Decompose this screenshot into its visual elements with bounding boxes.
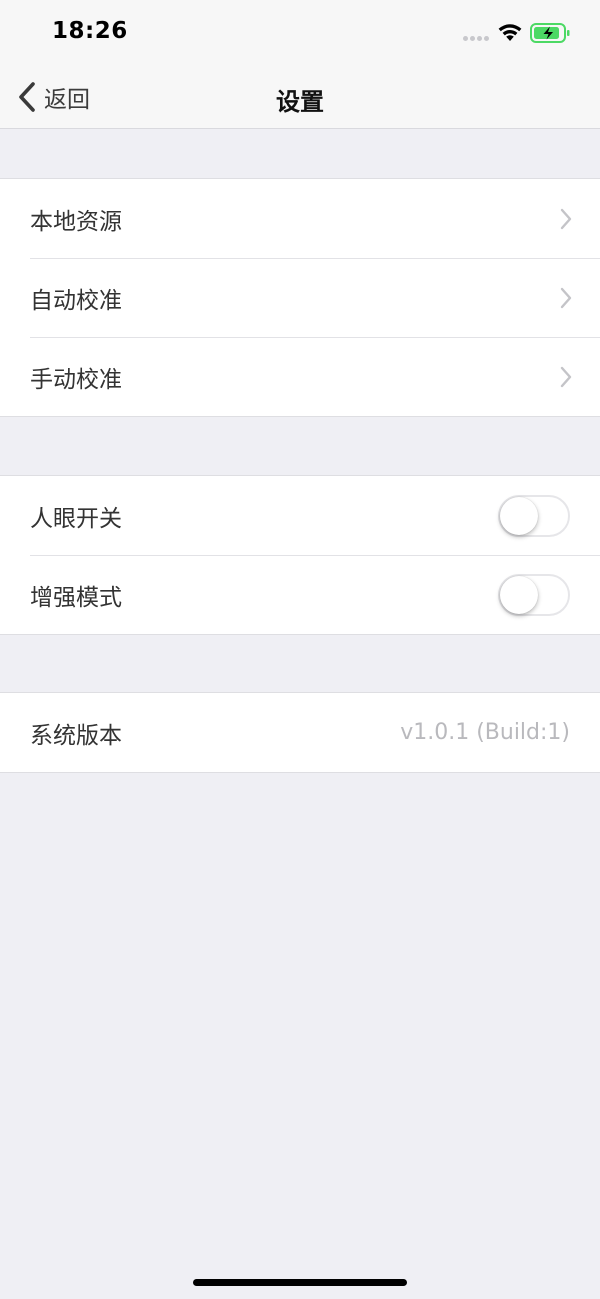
switches-section: 人眼开关 增强模式 (0, 475, 600, 635)
about-section: 系统版本 v1.0.1 (Build:1) (0, 692, 600, 773)
enhanced-mode-row: 增强模式 (0, 555, 600, 634)
row-label: 人眼开关 (30, 505, 122, 532)
home-indicator (193, 1279, 407, 1286)
status-bar: 18:26 (0, 0, 600, 66)
eye-switch-row: 人眼开关 (0, 476, 600, 555)
row-label: 增强模式 (30, 584, 122, 611)
manual-calibration-row[interactable]: 手动校准 (0, 337, 600, 416)
navigation-bar: 返回 设置 (0, 66, 600, 129)
auto-calibration-row[interactable]: 自动校准 (0, 258, 600, 337)
row-label: 系统版本 (30, 722, 122, 749)
row-label: 本地资源 (30, 208, 122, 235)
version-value: v1.0.1 (Build:1) (400, 720, 570, 745)
cellular-signal-icon (463, 36, 491, 42)
row-label: 自动校准 (30, 287, 122, 314)
status-time: 18:26 (52, 18, 128, 44)
local-resources-row[interactable]: 本地资源 (0, 179, 600, 258)
resources-section: 本地资源 自动校准 手动校准 (0, 178, 600, 417)
toggle-knob (500, 496, 538, 535)
eye-switch-toggle[interactable] (498, 494, 570, 537)
enhanced-mode-toggle[interactable] (498, 573, 570, 616)
toggle-knob (500, 575, 538, 614)
row-label: 手动校准 (30, 366, 122, 393)
chevron-right-icon (560, 208, 572, 229)
wifi-icon (498, 24, 522, 41)
chevron-right-icon (560, 366, 572, 387)
chevron-right-icon (560, 287, 572, 308)
page-title: 设置 (276, 88, 324, 116)
battery-charging-icon (530, 23, 570, 43)
system-version-row: 系统版本 v1.0.1 (Build:1) (0, 693, 600, 772)
